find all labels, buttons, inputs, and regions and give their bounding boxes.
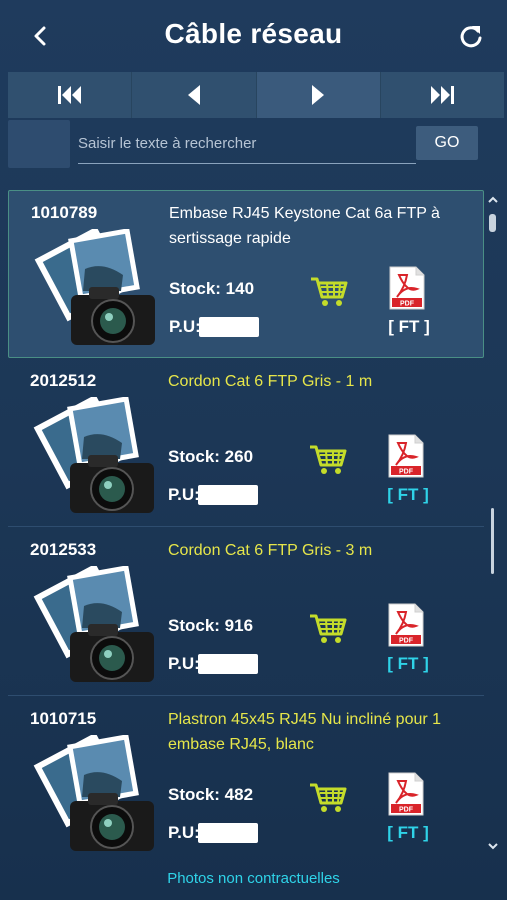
item-description[interactable]: Cordon Cat 6 FTP Gris - 3 m: [168, 538, 468, 563]
next-page-button[interactable]: [256, 72, 381, 118]
photo-placeholder-icon[interactable]: [33, 229, 157, 349]
scrollbar[interactable]: [486, 190, 500, 860]
photo-placeholder-icon[interactable]: [32, 566, 156, 686]
list-item[interactable]: 2012533 Cordon Cat 6 FTP Gris - 3 m Stoc…: [8, 528, 484, 696]
product-list: 1010789 Embase RJ45 Keystone Cat 6a FTP …: [8, 190, 484, 860]
datasheet-link[interactable]: [ FT ]: [382, 485, 434, 505]
pdf-icon[interactable]: PDF: [386, 771, 426, 817]
scroll-up-icon[interactable]: [486, 194, 500, 206]
search-input[interactable]: [78, 124, 416, 164]
svg-text:PDF: PDF: [400, 301, 415, 308]
photo-placeholder-icon[interactable]: [32, 735, 156, 855]
last-page-button[interactable]: [380, 72, 504, 118]
scroll-down-icon[interactable]: [486, 840, 500, 852]
previous-page-icon: [187, 85, 200, 105]
price-redaction: [198, 823, 258, 843]
add-to-cart-icon[interactable]: [309, 273, 349, 309]
svg-text:PDF: PDF: [399, 638, 414, 645]
last-page-icon: [431, 86, 455, 104]
item-stock: Stock: 916: [168, 616, 254, 635]
previous-page-button[interactable]: [132, 72, 257, 118]
datasheet-link[interactable]: [ FT ]: [383, 317, 435, 337]
scroll-thumb[interactable]: [489, 214, 496, 232]
svg-text:PDF: PDF: [399, 807, 414, 814]
item-description[interactable]: Plastron 45x45 RJ45 Nu incliné pour 1 em…: [168, 707, 468, 757]
page-title: Câble réseau: [164, 18, 343, 49]
first-page-button[interactable]: [8, 72, 133, 118]
pdf-icon[interactable]: PDF: [386, 433, 426, 479]
go-button[interactable]: GO: [416, 126, 478, 160]
price-redaction: [198, 485, 258, 505]
scroll-thumb-secondary[interactable]: [491, 508, 494, 574]
add-to-cart-icon[interactable]: [308, 441, 348, 477]
back-button[interactable]: [20, 14, 60, 58]
item-description[interactable]: Embase RJ45 Keystone Cat 6a FTP à sertis…: [169, 201, 469, 251]
item-stock: Stock: 140: [169, 279, 255, 298]
datasheet-link[interactable]: [ FT ]: [382, 823, 434, 843]
list-item[interactable]: 1010715 Plastron 45x45 RJ45 Nu incliné p…: [8, 697, 484, 860]
chevron-left-icon: [34, 26, 46, 46]
refresh-button[interactable]: [451, 14, 491, 58]
price-redaction: [198, 654, 258, 674]
item-reference: 2012512: [30, 371, 97, 390]
add-to-cart-icon[interactable]: [308, 610, 348, 646]
price-redaction: [199, 317, 259, 337]
item-reference: 1010715: [30, 709, 97, 728]
item-reference: 1010789: [31, 203, 98, 222]
photo-placeholder-icon[interactable]: [32, 397, 156, 517]
add-to-cart-icon[interactable]: [308, 779, 348, 815]
item-stock: Stock: 482: [168, 785, 254, 804]
item-reference: 2012533: [30, 540, 97, 559]
datasheet-link[interactable]: [ FT ]: [382, 654, 434, 674]
item-stock: Stock: 260: [168, 447, 254, 466]
list-item[interactable]: 2012512 Cordon Cat 6 FTP Gris - 1 m Stoc…: [8, 359, 484, 527]
refresh-icon: [460, 26, 482, 48]
first-page-icon: [57, 86, 81, 104]
item-price-label: P.U:: [168, 485, 200, 504]
pager: [8, 72, 504, 118]
item-description[interactable]: Cordon Cat 6 FTP Gris - 1 m: [168, 369, 468, 394]
search-bar: GO: [8, 118, 504, 170]
item-price-label: P.U:: [168, 654, 200, 673]
pdf-icon[interactable]: PDF: [387, 265, 427, 311]
header: Câble réseau: [0, 0, 507, 72]
list-item[interactable]: 1010789 Embase RJ45 Keystone Cat 6a FTP …: [8, 190, 484, 358]
footer-note: Photos non contractuelles: [167, 870, 340, 887]
svg-text:PDF: PDF: [399, 469, 414, 476]
item-price-label: P.U:: [169, 317, 201, 336]
pdf-icon[interactable]: PDF: [386, 602, 426, 648]
next-page-icon: [312, 85, 325, 105]
item-price-label: P.U:: [168, 823, 200, 842]
search-scope-button[interactable]: [8, 120, 70, 168]
